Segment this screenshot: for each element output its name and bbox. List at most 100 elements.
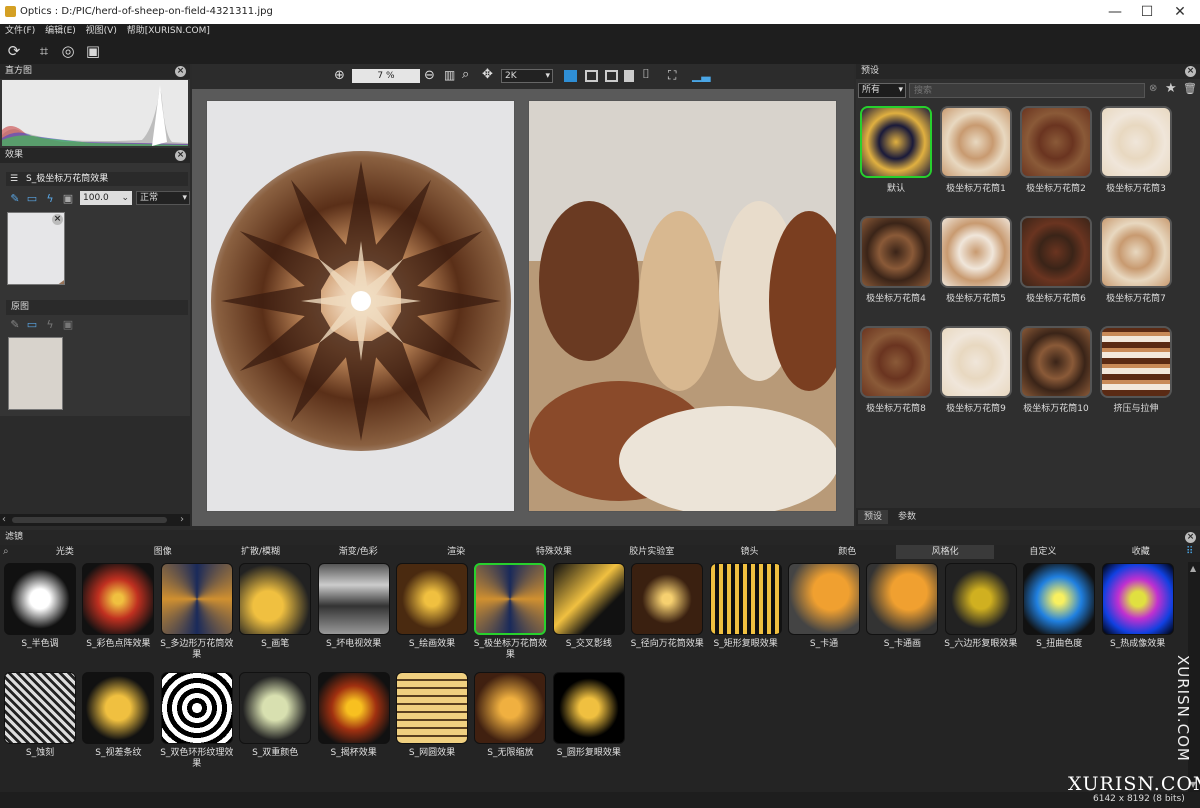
filter-thumbnail[interactable] [4, 563, 76, 635]
camera-icon[interactable]: ⌷ [642, 67, 650, 82]
filter-thumbnail[interactable] [474, 672, 547, 744]
filter-item[interactable]: S_视差条纹 [82, 672, 156, 759]
preset-item[interactable]: 极坐标万花筒6 [1020, 216, 1092, 304]
preset-thumbnail[interactable] [1100, 216, 1172, 288]
zoom-in-icon[interactable]: ⊕ [334, 68, 345, 83]
filter-tab[interactable]: 胶片实验室 [603, 545, 701, 559]
monitor-icon[interactable]: ▭ [26, 319, 38, 331]
filter-item[interactable]: S_半色调 [4, 563, 78, 650]
mask-icon[interactable]: ▣ [62, 193, 74, 205]
lightning-icon[interactable]: ϟ [44, 193, 56, 205]
original-thumbnail[interactable] [8, 337, 63, 410]
filter-tab[interactable]: 自定义 [994, 545, 1092, 559]
preview-original-image[interactable] [528, 100, 837, 512]
refresh-icon[interactable]: ⟳ [4, 42, 24, 61]
search-icon[interactable]: ⌕ [3, 546, 9, 557]
filter-tab[interactable]: 渲染 [407, 545, 505, 559]
filter-thumbnail[interactable] [317, 672, 390, 744]
favorite-star-icon[interactable]: ★ [1165, 81, 1177, 96]
filter-thumbnail[interactable] [944, 563, 1017, 635]
menu-help[interactable]: 帮助[XURISN.COM] [127, 24, 210, 39]
filter-thumbnail[interactable] [239, 563, 312, 635]
magnifier-icon[interactable]: ⌕ [462, 67, 469, 82]
close-icon[interactable]: × [1185, 532, 1196, 543]
filter-thumbnail[interactable] [396, 672, 468, 744]
preset-thumbnail[interactable] [1020, 216, 1092, 288]
close-icon[interactable]: × [1185, 66, 1196, 77]
effect-layer-row[interactable]: ☰ S_极坐标万花筒效果 [6, 172, 188, 186]
close-icon[interactable]: × [175, 150, 186, 161]
crop-frame-icon[interactable]: ⛶ [668, 68, 676, 83]
filter-item[interactable]: S_坏电视效果 [317, 563, 392, 650]
filter-item[interactable]: S_卡通画 [866, 563, 940, 650]
preset-thumbnail[interactable] [1020, 106, 1092, 178]
preset-item[interactable]: 极坐标万花筒8 [860, 326, 932, 414]
menu-edit[interactable]: 编辑(E) [45, 24, 76, 39]
filter-item[interactable]: S_卡通 [788, 563, 862, 650]
split-view-icon[interactable] [564, 70, 577, 82]
filter-item[interactable]: S_彩色点阵效果 [82, 563, 156, 650]
preset-thumbnail[interactable] [940, 106, 1012, 178]
filter-thumbnail[interactable] [631, 563, 704, 635]
filter-tab[interactable]: 颜色 [798, 545, 896, 559]
filter-item[interactable]: S_绘画效果 [396, 563, 470, 650]
filter-thumbnail[interactable] [866, 563, 939, 635]
filter-tab[interactable]: 收藏 [1092, 545, 1190, 559]
filter-thumbnail[interactable] [160, 672, 233, 744]
split-horizontal-icon[interactable] [605, 70, 618, 82]
lightning-icon[interactable]: ϟ [44, 319, 56, 331]
preset-item[interactable]: 极坐标万花筒10 [1020, 326, 1092, 414]
preset-item[interactable]: 极坐标万花筒9 [940, 326, 1012, 414]
left-scrollbar[interactable]: ‹ › [0, 514, 190, 526]
filter-item[interactable]: S_画笔 [239, 563, 313, 650]
filter-tab[interactable]: 风格化 [896, 545, 994, 559]
filter-thumbnail[interactable] [552, 672, 625, 744]
filter-tab[interactable]: 特殊效果 [505, 545, 603, 559]
preset-thumbnail[interactable] [1100, 106, 1172, 178]
crop-icon[interactable]: ⌗ [34, 42, 54, 61]
scroll-left-icon[interactable]: ‹ [2, 514, 6, 526]
preview-effect-image[interactable] [206, 100, 515, 512]
move-icon[interactable]: ✥ [482, 67, 493, 82]
filter-item[interactable]: S_多边形万花筒效果 [160, 563, 235, 661]
filter-thumbnail[interactable] [709, 563, 782, 635]
scroll-right-icon[interactable]: › [180, 514, 184, 526]
zoom-field[interactable]: 7 % [352, 69, 420, 83]
preset-thumbnail[interactable] [1020, 326, 1092, 398]
preset-item[interactable]: 极坐标万花筒7 [1100, 216, 1172, 304]
target-icon[interactable]: ◎ [58, 42, 78, 61]
preset-thumbnail[interactable] [860, 216, 932, 288]
close-icon[interactable]: × [175, 66, 186, 77]
filter-item[interactable]: S_圆形复眼效果 [552, 672, 627, 759]
zoom-out-icon[interactable]: ⊖ [424, 68, 435, 83]
preset-item[interactable]: 极坐标万花筒3 [1100, 106, 1172, 194]
preset-thumbnail[interactable] [860, 106, 932, 178]
edit-icon[interactable]: ✎ [9, 319, 21, 331]
filter-item[interactable]: S_蚀刻 [4, 672, 78, 759]
blend-mode-select[interactable]: 正常 ▾ [136, 191, 190, 205]
histogram-toggle-icon[interactable]: ▁▃ [692, 68, 710, 82]
tab-presets[interactable]: 预设 [858, 510, 888, 524]
single-view-icon[interactable] [624, 70, 634, 82]
fit-icon[interactable]: ▥ [444, 68, 455, 82]
close-icon[interactable]: × [52, 214, 63, 225]
menu-file[interactable]: 文件(F) [5, 24, 35, 39]
filter-item[interactable]: S_双色环形纹理效果 [160, 672, 235, 770]
menu-view[interactable]: 视图(V) [86, 24, 117, 39]
tab-parameters[interactable]: 参数 [892, 510, 922, 524]
preset-item[interactable]: 挤压与拉伸 [1100, 326, 1172, 414]
filter-item[interactable]: S_揭杯效果 [317, 672, 392, 759]
filter-thumbnail[interactable] [474, 563, 547, 635]
filter-thumbnail[interactable] [1101, 563, 1174, 635]
preset-item[interactable]: 默认 [860, 106, 932, 194]
preset-item[interactable]: 极坐标万花筒5 [940, 216, 1012, 304]
search-input[interactable] [910, 84, 1130, 97]
filter-item[interactable]: S_扭曲色度 [1023, 563, 1097, 650]
filter-item[interactable]: S_极坐标万花筒效果 [474, 563, 548, 661]
side-by-side-icon[interactable] [585, 70, 598, 82]
filter-thumbnail[interactable] [317, 563, 390, 635]
filter-item[interactable]: S_六边形复眼效果 [944, 563, 1019, 650]
preset-search-box[interactable] [909, 83, 1145, 98]
filter-item[interactable]: S_交叉影线 [552, 563, 627, 650]
filter-item[interactable]: S_无限缩放 [474, 672, 548, 759]
